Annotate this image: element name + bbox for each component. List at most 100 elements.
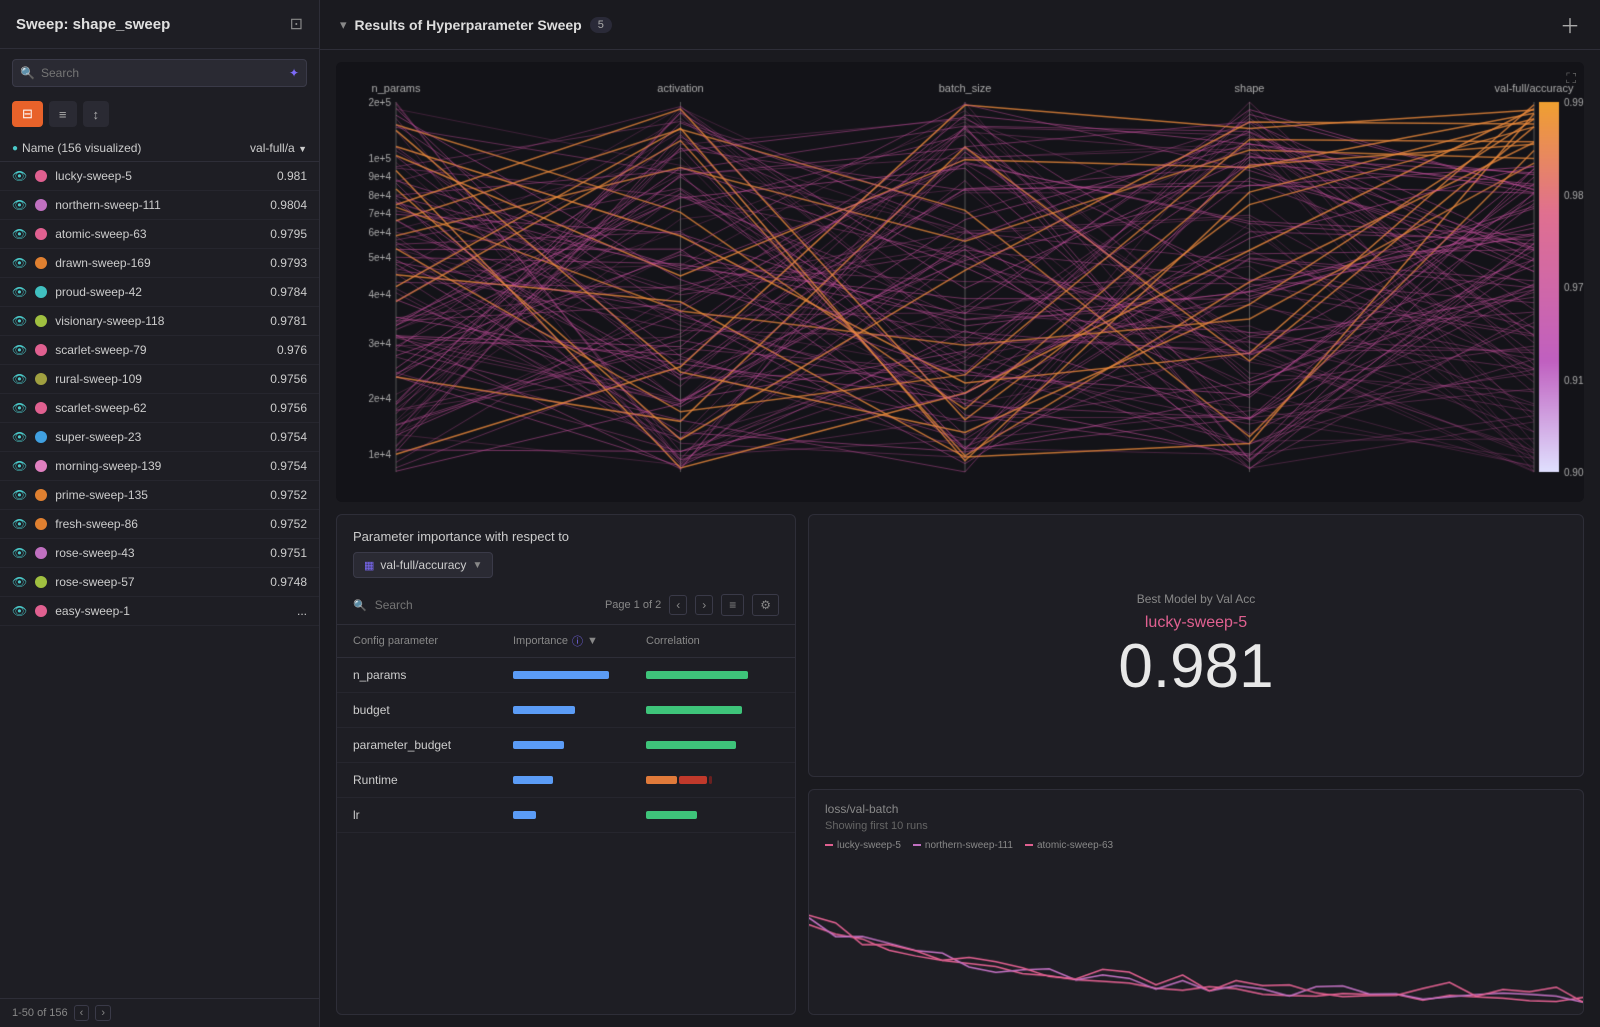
pagination-range: 1-50 of 156 <box>12 1007 68 1019</box>
run-color-dot <box>35 518 47 530</box>
run-visibility-toggle[interactable]: 👁 <box>12 546 27 560</box>
correlation-bar-wrap <box>646 811 779 819</box>
run-item[interactable]: 👁 atomic-sweep-63 0.9795 <box>0 220 319 249</box>
run-color-dot <box>35 402 47 414</box>
run-visibility-toggle[interactable]: 👁 <box>12 372 27 386</box>
sort-button[interactable]: ↕ <box>83 101 110 127</box>
run-name: rural-sweep-109 <box>55 372 262 386</box>
run-item[interactable]: 👁 prime-sweep-135 0.9752 <box>0 481 319 510</box>
name-col-header[interactable]: ● Name (156 visualized) <box>12 141 141 155</box>
run-visibility-toggle[interactable]: 👁 <box>12 517 27 531</box>
add-panel-button[interactable]: ＋ <box>1560 10 1580 39</box>
run-color-dot <box>35 460 47 472</box>
run-item[interactable]: 👁 rural-sweep-109 0.9756 <box>0 365 319 394</box>
run-value: 0.9752 <box>270 488 307 502</box>
run-color-dot <box>35 315 47 327</box>
param-name: lr <box>353 808 513 822</box>
loss-panel-subtitle: Showing first 10 runs <box>825 820 1567 832</box>
run-item[interactable]: 👁 rose-sweep-43 0.9751 <box>0 539 319 568</box>
legend-label: lucky-sweep-5 <box>837 840 901 851</box>
importance-col[interactable]: Importance ⓘ ▼ <box>513 633 646 649</box>
run-value: 0.9752 <box>270 517 307 531</box>
search-input[interactable] <box>12 59 307 87</box>
best-model-score: 0.981 <box>1118 636 1273 698</box>
run-color-dot <box>35 286 47 298</box>
param-table-header: Config parameter Importance ⓘ ▼ Correlat… <box>337 625 795 658</box>
metric-select[interactable]: ▦ val-full/accuracy ▼ <box>353 552 493 578</box>
importance-bar <box>513 706 575 714</box>
main-content: ▾ Results of Hyperparameter Sweep 5 ＋ ⛶ … <box>320 0 1600 1027</box>
run-visibility-toggle[interactable]: 👁 <box>12 430 27 444</box>
run-visibility-toggle[interactable]: 👁 <box>12 401 27 415</box>
columns-button[interactable]: ≡ <box>49 101 77 127</box>
run-visibility-toggle[interactable]: 👁 <box>12 256 27 270</box>
run-visibility-toggle[interactable]: 👁 <box>12 198 27 212</box>
sidebar: Sweep: shape_sweep ⊡ 🔍 ✦ ⊟ ≡ ↕ ● Name (1… <box>0 0 320 1027</box>
run-visibility-toggle[interactable]: 👁 <box>12 227 27 241</box>
importance-bar-wrap <box>513 706 646 714</box>
run-item[interactable]: 👁 scarlet-sweep-62 0.9756 <box>0 394 319 423</box>
run-visibility-toggle[interactable]: 👁 <box>12 488 27 502</box>
run-item[interactable]: 👁 northern-sweep-111 0.9804 <box>0 191 319 220</box>
pagination-row: 1-50 of 156 ‹ › <box>0 998 319 1027</box>
run-visibility-toggle[interactable]: 👁 <box>12 459 27 473</box>
next-page-button[interactable]: › <box>95 1005 111 1021</box>
filter-button[interactable]: ⊟ <box>12 101 43 127</box>
run-color-dot <box>35 228 47 240</box>
run-color-dot <box>35 605 47 617</box>
run-visibility-toggle[interactable]: 👁 <box>12 575 27 589</box>
collapse-icon[interactable]: ▾ <box>340 17 347 33</box>
importance-bar-wrap <box>513 671 646 679</box>
run-visibility-toggle[interactable]: 👁 <box>12 314 27 328</box>
run-name: prime-sweep-135 <box>55 488 262 502</box>
run-visibility-toggle[interactable]: 👁 <box>12 169 27 183</box>
run-name: easy-sweep-1 <box>55 604 289 618</box>
param-search-input[interactable] <box>375 598 597 612</box>
run-item[interactable]: 👁 lucky-sweep-5 0.981 <box>0 162 319 191</box>
legend-item: northern-sweep-111 <box>913 840 1013 851</box>
param-name: parameter_budget <box>353 738 513 752</box>
run-visibility-toggle[interactable]: 👁 <box>12 604 27 618</box>
correlation-bar-wrap <box>646 741 779 749</box>
run-name: lucky-sweep-5 <box>55 169 269 183</box>
param-prev-button[interactable]: ‹ <box>669 595 687 615</box>
run-visibility-toggle[interactable]: 👁 <box>12 343 27 357</box>
run-item[interactable]: 👁 morning-sweep-139 0.9754 <box>0 452 319 481</box>
run-value: 0.9754 <box>270 430 307 444</box>
run-item[interactable]: 👁 scarlet-sweep-79 0.976 <box>0 336 319 365</box>
bottom-panels: Parameter importance with respect to ▦ v… <box>320 502 1600 1027</box>
run-name: atomic-sweep-63 <box>55 227 262 241</box>
run-value: 0.9756 <box>270 401 307 415</box>
run-value: 0.9751 <box>270 546 307 560</box>
param-row: Runtime <box>337 763 795 798</box>
run-item[interactable]: 👁 fresh-sweep-86 0.9752 <box>0 510 319 539</box>
run-item[interactable]: 👁 easy-sweep-1 ... <box>0 597 319 626</box>
run-item[interactable]: 👁 visionary-sweep-118 0.9781 <box>0 307 319 336</box>
run-color-dot <box>35 170 47 182</box>
sidebar-header: Sweep: shape_sweep ⊡ <box>0 0 319 49</box>
run-item[interactable]: 👁 rose-sweep-57 0.9748 <box>0 568 319 597</box>
param-row: budget <box>337 693 795 728</box>
importance-bar-wrap <box>513 741 646 749</box>
param-view-button[interactable]: ≡ <box>721 594 744 616</box>
run-value: 0.9784 <box>270 285 307 299</box>
run-visibility-toggle[interactable]: 👁 <box>12 285 27 299</box>
importance-bar <box>513 741 564 749</box>
expand-sidebar-icon[interactable]: ⊡ <box>290 14 303 34</box>
run-item[interactable]: 👁 proud-sweep-42 0.9784 <box>0 278 319 307</box>
best-model-panel: Best Model by Val Acc lucky-sweep-5 0.98… <box>808 514 1584 777</box>
importance-bar-wrap <box>513 811 646 819</box>
param-settings-button[interactable]: ⚙ <box>752 594 779 616</box>
param-next-button[interactable]: › <box>695 595 713 615</box>
run-color-dot <box>35 489 47 501</box>
fullscreen-icon[interactable]: ⛶ <box>1566 70 1576 87</box>
val-col-header[interactable]: val-full/a ▼ <box>250 141 307 155</box>
correlation-bar-wrap <box>646 776 779 784</box>
run-item[interactable]: 👁 drawn-sweep-169 0.9793 <box>0 249 319 278</box>
prev-page-button[interactable]: ‹ <box>74 1005 90 1021</box>
run-item[interactable]: 👁 super-sweep-23 0.9754 <box>0 423 319 452</box>
run-value: 0.9756 <box>270 372 307 386</box>
legend-label: atomic-sweep-63 <box>1037 840 1113 851</box>
sidebar-toolbar: ⊟ ≡ ↕ <box>0 97 319 137</box>
run-color-dot <box>35 576 47 588</box>
